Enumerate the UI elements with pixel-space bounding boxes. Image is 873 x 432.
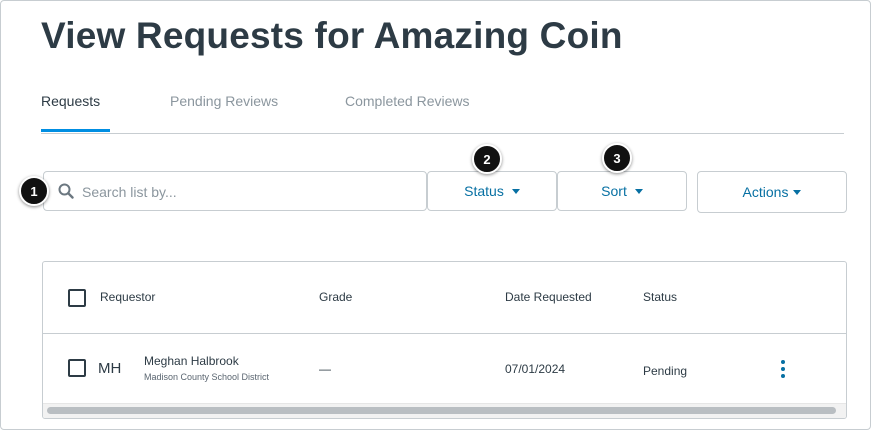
avatar-initials: MH (98, 360, 122, 377)
page-title: View Requests for Amazing Coin (41, 15, 623, 56)
horizontal-scrollbar[interactable] (43, 403, 846, 418)
search-icon (58, 183, 74, 199)
row-checkbox[interactable] (68, 359, 86, 377)
actions-button[interactable]: Actions (697, 171, 847, 213)
tab-completed-reviews[interactable]: Completed Reviews (345, 93, 470, 109)
search-box[interactable] (43, 171, 427, 211)
header-grade[interactable]: Grade (319, 290, 352, 304)
status-value: Pending (643, 364, 688, 378)
date-requested-value: 07/01/2024 (505, 362, 566, 376)
table-header: Requestor Grade Date Requested Status (43, 262, 846, 334)
grade-value: — (319, 362, 331, 376)
tab-bar: Requests Pending Reviews Completed Revie… (41, 93, 844, 134)
tab-pending-reviews[interactable]: Pending Reviews (170, 93, 278, 109)
requests-table: Requestor Grade Date Requested Status MH… (42, 261, 847, 419)
active-tab-indicator (41, 129, 110, 132)
actions-label: Actions (742, 184, 789, 200)
caret-down-icon (511, 188, 520, 194)
row-options-icon[interactable] (779, 360, 787, 378)
callout-3: 3 (602, 143, 632, 173)
requestor-name: Meghan Halbrook (144, 354, 239, 368)
search-input[interactable] (80, 180, 414, 204)
sort-label: Sort (601, 183, 627, 199)
status-filter-button[interactable]: Status (427, 171, 557, 211)
callout-1: 1 (19, 176, 49, 206)
callout-2: 2 (472, 144, 502, 174)
scrollbar-thumb[interactable] (47, 407, 836, 414)
select-all-checkbox[interactable] (68, 289, 86, 307)
caret-down-icon (634, 188, 643, 194)
caret-down-icon (793, 189, 802, 195)
status-filter-label: Status (464, 183, 504, 199)
tab-requests[interactable]: Requests (41, 93, 100, 109)
sort-button[interactable]: Sort (557, 171, 687, 211)
requestor-school: Madison County School District (144, 372, 270, 382)
table-row: MH Meghan Halbrook Madison County School… (43, 334, 846, 404)
requests-panel: View Requests for Amazing Coin Requests … (0, 0, 871, 430)
header-status[interactable]: Status (643, 290, 677, 304)
header-date-requested[interactable]: Date Requested (505, 290, 592, 304)
header-requestor[interactable]: Requestor (100, 290, 155, 304)
